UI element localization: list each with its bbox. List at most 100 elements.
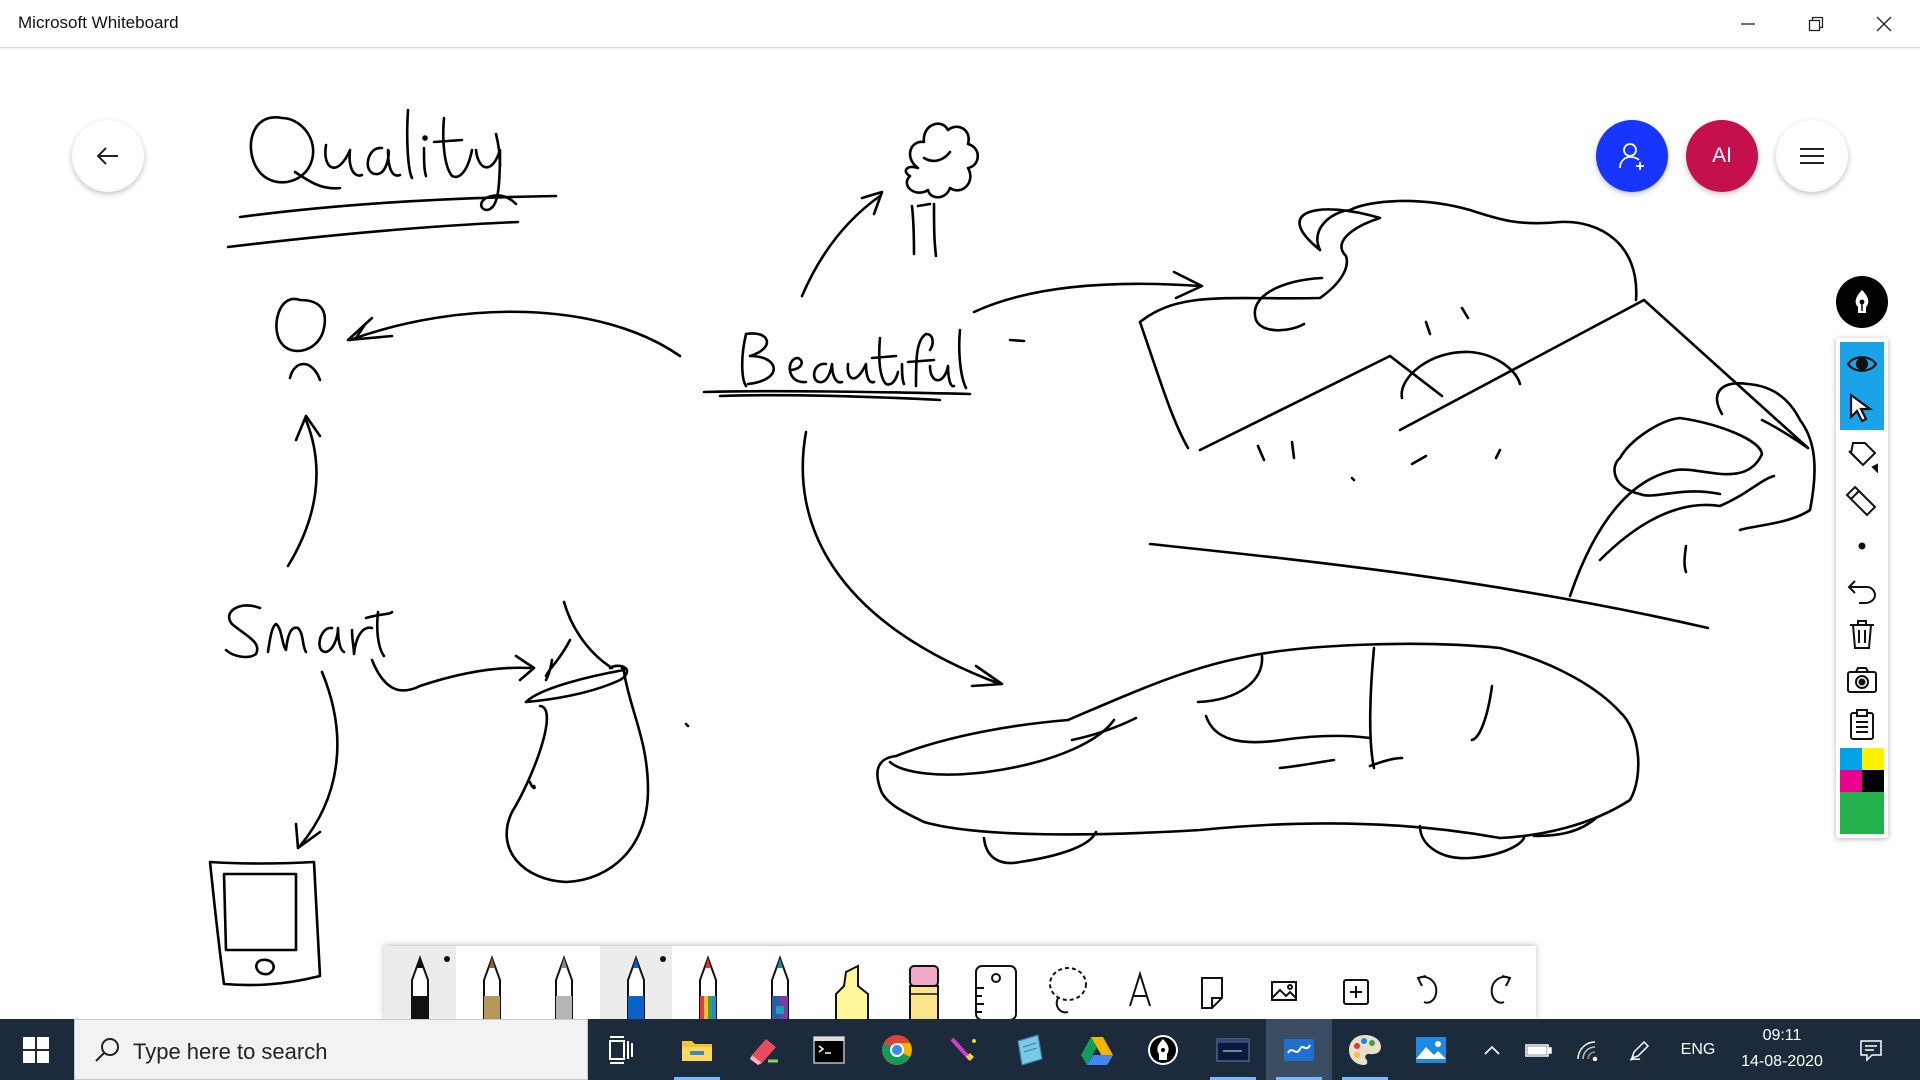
add-person-icon xyxy=(1619,143,1644,170)
blue-pen-icon xyxy=(627,955,645,1020)
taskbar-search-box[interactable]: Type here to search xyxy=(74,1019,588,1080)
sticky-note-button[interactable] xyxy=(1176,946,1248,1020)
whiteboard-app-taskbar[interactable] xyxy=(1266,1019,1332,1080)
eraser-icon xyxy=(909,965,939,1020)
eraser-app-icon xyxy=(750,1038,778,1065)
photos-app[interactable] xyxy=(1398,1019,1464,1080)
lasso-button[interactable] xyxy=(1032,946,1104,1020)
blue-pen-button[interactable] xyxy=(600,946,672,1020)
silver-pen-icon xyxy=(555,955,573,1020)
color-swatch-green[interactable] xyxy=(1840,792,1884,834)
photo-studio-app[interactable] xyxy=(930,1019,996,1080)
paint-app[interactable] xyxy=(1332,1019,1398,1080)
view-mode-button[interactable] xyxy=(1840,342,1884,386)
paint-3d-app[interactable] xyxy=(730,1019,796,1080)
photos-icon xyxy=(1416,1036,1446,1063)
right-toolbar xyxy=(1836,338,1888,838)
tray-redo-button[interactable] xyxy=(1464,946,1536,1020)
drive-icon xyxy=(1081,1036,1113,1065)
pen-nib-icon xyxy=(1148,1034,1178,1065)
lasso-tag-icon xyxy=(1848,442,1878,473)
color-swatch-black[interactable] xyxy=(1862,770,1884,792)
pen-active-dot xyxy=(444,956,450,962)
lasso-tool-button[interactable] xyxy=(1840,434,1884,478)
minimize-button[interactable] xyxy=(1714,0,1782,48)
notification-icon xyxy=(1860,1039,1882,1062)
file-explorer-app[interactable] xyxy=(664,1019,730,1080)
battery-icon xyxy=(1525,1043,1552,1057)
clock-time: 09:11 xyxy=(1762,1027,1802,1044)
gold-pen-button[interactable] xyxy=(456,946,528,1020)
invite-button[interactable] xyxy=(1596,120,1668,192)
chevron-up-icon xyxy=(1484,1045,1500,1055)
undo-button[interactable] xyxy=(1840,568,1884,612)
taskbar-clock[interactable]: 09:11 14-08-2020 xyxy=(1736,1023,1828,1075)
whiteboard-icon xyxy=(1284,1038,1314,1061)
highlighter-button[interactable] xyxy=(816,946,888,1020)
user-avatar[interactable]: AI xyxy=(1686,120,1758,192)
color-swatch-magenta[interactable] xyxy=(1840,770,1862,792)
galaxy-pen-button[interactable] xyxy=(744,946,816,1020)
notepad-icon xyxy=(1017,1033,1043,1066)
black-pen-icon xyxy=(411,955,429,1020)
dot-icon xyxy=(1858,542,1866,550)
back-button[interactable] xyxy=(72,120,144,192)
eraser-tool-button[interactable] xyxy=(1840,478,1884,522)
windows-logo-icon xyxy=(23,1036,49,1063)
start-button[interactable] xyxy=(0,1019,72,1080)
pen-nib-icon xyxy=(1846,286,1878,318)
tray-undo-button[interactable] xyxy=(1392,946,1464,1020)
clipboard-icon xyxy=(1850,709,1874,740)
action-center-button[interactable] xyxy=(1846,1019,1896,1080)
database-window-icon xyxy=(1216,1038,1250,1061)
select-arrow-icon xyxy=(1849,392,1874,423)
eraser-icon xyxy=(1845,485,1877,517)
undo-icon xyxy=(1416,975,1438,1004)
text-button[interactable] xyxy=(1104,946,1176,1020)
mysql-app[interactable] xyxy=(1200,1019,1266,1080)
ruler-button[interactable] xyxy=(960,946,1032,1020)
pen-workspace-icon xyxy=(1629,1040,1650,1061)
delete-icon xyxy=(1850,620,1874,649)
network-indicator[interactable] xyxy=(1566,1019,1610,1080)
chrome-app[interactable] xyxy=(864,1019,930,1080)
chrome-icon xyxy=(882,1034,912,1065)
black-pen-button[interactable] xyxy=(384,946,456,1020)
highlighter-icon xyxy=(835,964,869,1020)
image-button[interactable] xyxy=(1248,946,1320,1020)
rainbow-pen-button[interactable] xyxy=(672,946,744,1020)
whiteboard-canvas[interactable] xyxy=(0,49,1920,1019)
whiteboard-app: Microsoft Whiteboard AI Type here to sea… xyxy=(0,0,1920,1080)
eye-icon xyxy=(1846,356,1878,372)
ruler-icon xyxy=(975,965,1017,1020)
search-placeholder: Type here to search xyxy=(133,1039,328,1064)
windows-taskbar: Type here to search ENG 09:11 14-08-2020 xyxy=(0,1019,1920,1080)
restore-button[interactable] xyxy=(1782,0,1850,48)
camera-button[interactable] xyxy=(1840,658,1884,702)
inking-toggle-button[interactable] xyxy=(1836,276,1888,328)
paste-button[interactable] xyxy=(1840,702,1884,746)
battery-indicator[interactable] xyxy=(1516,1019,1560,1080)
google-drive-app[interactable] xyxy=(1064,1019,1130,1080)
pen-active-dot xyxy=(660,956,666,962)
gold-pen-icon xyxy=(483,955,501,1020)
pen-workspace-button[interactable] xyxy=(1618,1019,1662,1080)
title-bar: Microsoft Whiteboard xyxy=(0,0,1920,48)
task-view-button[interactable] xyxy=(590,1019,656,1080)
silver-pen-button[interactable] xyxy=(528,946,600,1020)
notes-app[interactable] xyxy=(996,1019,1062,1080)
close-button[interactable] xyxy=(1850,0,1918,48)
select-tool-button[interactable] xyxy=(1840,386,1884,430)
restore-icon xyxy=(1808,16,1824,32)
add-content-button[interactable] xyxy=(1320,946,1392,1020)
ink-app[interactable] xyxy=(1130,1019,1196,1080)
settings-menu-button[interactable] xyxy=(1776,120,1848,192)
stroke-size-button[interactable] xyxy=(1840,524,1884,568)
color-swatch-cyan[interactable] xyxy=(1840,748,1862,770)
input-language-indicator[interactable]: ENG xyxy=(1670,1019,1726,1080)
show-hidden-icons-button[interactable] xyxy=(1474,1019,1510,1080)
command-prompt-app[interactable] xyxy=(796,1019,862,1080)
eraser-button[interactable] xyxy=(888,946,960,1020)
color-swatch-yellow[interactable] xyxy=(1862,748,1884,770)
delete-button[interactable] xyxy=(1840,612,1884,656)
